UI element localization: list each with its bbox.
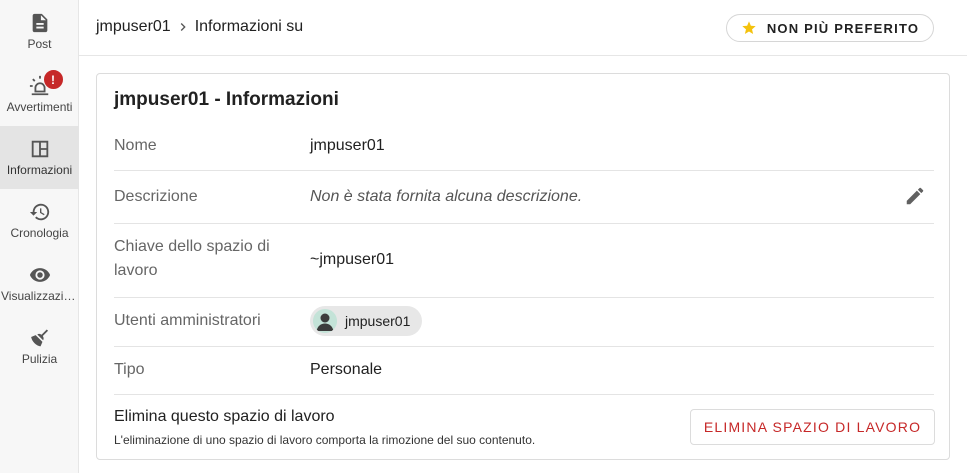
workspace-key-value: ~jmpuser01: [310, 251, 395, 268]
delete-workspace-button-label: ELIMINA SPAZIO DI LAVORO: [703, 419, 922, 435]
sidebar-item-label: Visualizzazioni: [1, 289, 78, 303]
info-row-admins: Utenti amministratori jmpuser01: [114, 298, 934, 347]
name-label: Nome: [114, 137, 157, 154]
star-icon: [741, 20, 757, 36]
workspace-key-label-line2: lavoro: [114, 262, 158, 279]
description-label: Descrizione: [114, 188, 198, 205]
sidebar-item-label: Avvertimenti: [6, 100, 73, 114]
sidebar-item-label: Post: [27, 37, 52, 51]
broom-icon: [29, 327, 51, 349]
sidebar-item-label: Pulizia: [21, 352, 58, 366]
sidebar-item-info[interactable]: Informazioni: [0, 126, 79, 189]
info-row-type: Tipo Personale: [114, 347, 934, 395]
document-icon: [29, 12, 51, 34]
eye-icon: [29, 264, 51, 286]
sidebar-item-label: Informazioni: [6, 163, 73, 177]
breadcrumb-workspace[interactable]: jmpuser01: [96, 18, 171, 36]
breadcrumb: jmpuser01 Informazioni su: [96, 18, 303, 36]
type-label: Tipo: [114, 361, 145, 378]
alarm-light-icon: !: [29, 69, 64, 97]
header: jmpuser01 Informazioni su NON PIÙ PREFER…: [79, 0, 967, 56]
sidebar-item-alerts[interactable]: ! Avvertimenti: [0, 63, 79, 126]
workspace-key-label-line1: Chiave dello spazio di: [114, 238, 270, 255]
info-row-description: Descrizione Non è stata fornita alcuna d…: [114, 171, 934, 224]
sidebar: Post ! Avvertimenti Informazioni Cronolo…: [0, 0, 79, 473]
layout-panel-icon: [29, 138, 51, 160]
unfavorite-button-label: NON PIÙ PREFERITO: [766, 20, 920, 36]
history-icon: [29, 201, 51, 223]
workspace-info-card: jmpuser01 - Informazioni Nome jmpuser01 …: [96, 73, 950, 460]
alert-badge: !: [42, 69, 64, 90]
delete-workspace-title: Elimina questo spazio di lavoro: [114, 408, 335, 425]
avatar: [313, 309, 337, 333]
sidebar-item-history[interactable]: Cronologia: [0, 189, 79, 252]
info-row-name: Nome jmpuser01: [114, 123, 934, 171]
sidebar-item-views[interactable]: Visualizzazioni: [0, 252, 79, 315]
page-title: jmpuser01 - Informazioni: [114, 89, 339, 110]
admins-label: Utenti amministratori: [114, 312, 261, 329]
sidebar-item-cleanup[interactable]: Pulizia: [0, 315, 79, 378]
info-row-workspace-key: Chiave dello spazio di lavoro ~jmpuser01: [114, 224, 934, 298]
breadcrumb-current-page: Informazioni su: [194, 18, 304, 35]
description-value: Non è stata fornita alcuna descrizione.: [310, 188, 583, 205]
name-value: jmpuser01: [310, 137, 385, 154]
edit-description-icon[interactable]: [904, 185, 926, 207]
unfavorite-button[interactable]: NON PIÙ PREFERITO: [726, 14, 934, 42]
chevron-right-icon: [175, 19, 191, 35]
admin-user-chip[interactable]: jmpuser01: [310, 306, 423, 336]
delete-workspace-description: L'eliminazione di uno spazio di lavoro c…: [114, 433, 536, 447]
admin-user-name: jmpuser01: [345, 313, 411, 329]
sidebar-item-label: Cronologia: [10, 226, 69, 240]
delete-workspace-button[interactable]: ELIMINA SPAZIO DI LAVORO: [690, 409, 935, 445]
sidebar-item-post[interactable]: Post: [0, 0, 79, 63]
type-value: Personale: [310, 361, 383, 378]
